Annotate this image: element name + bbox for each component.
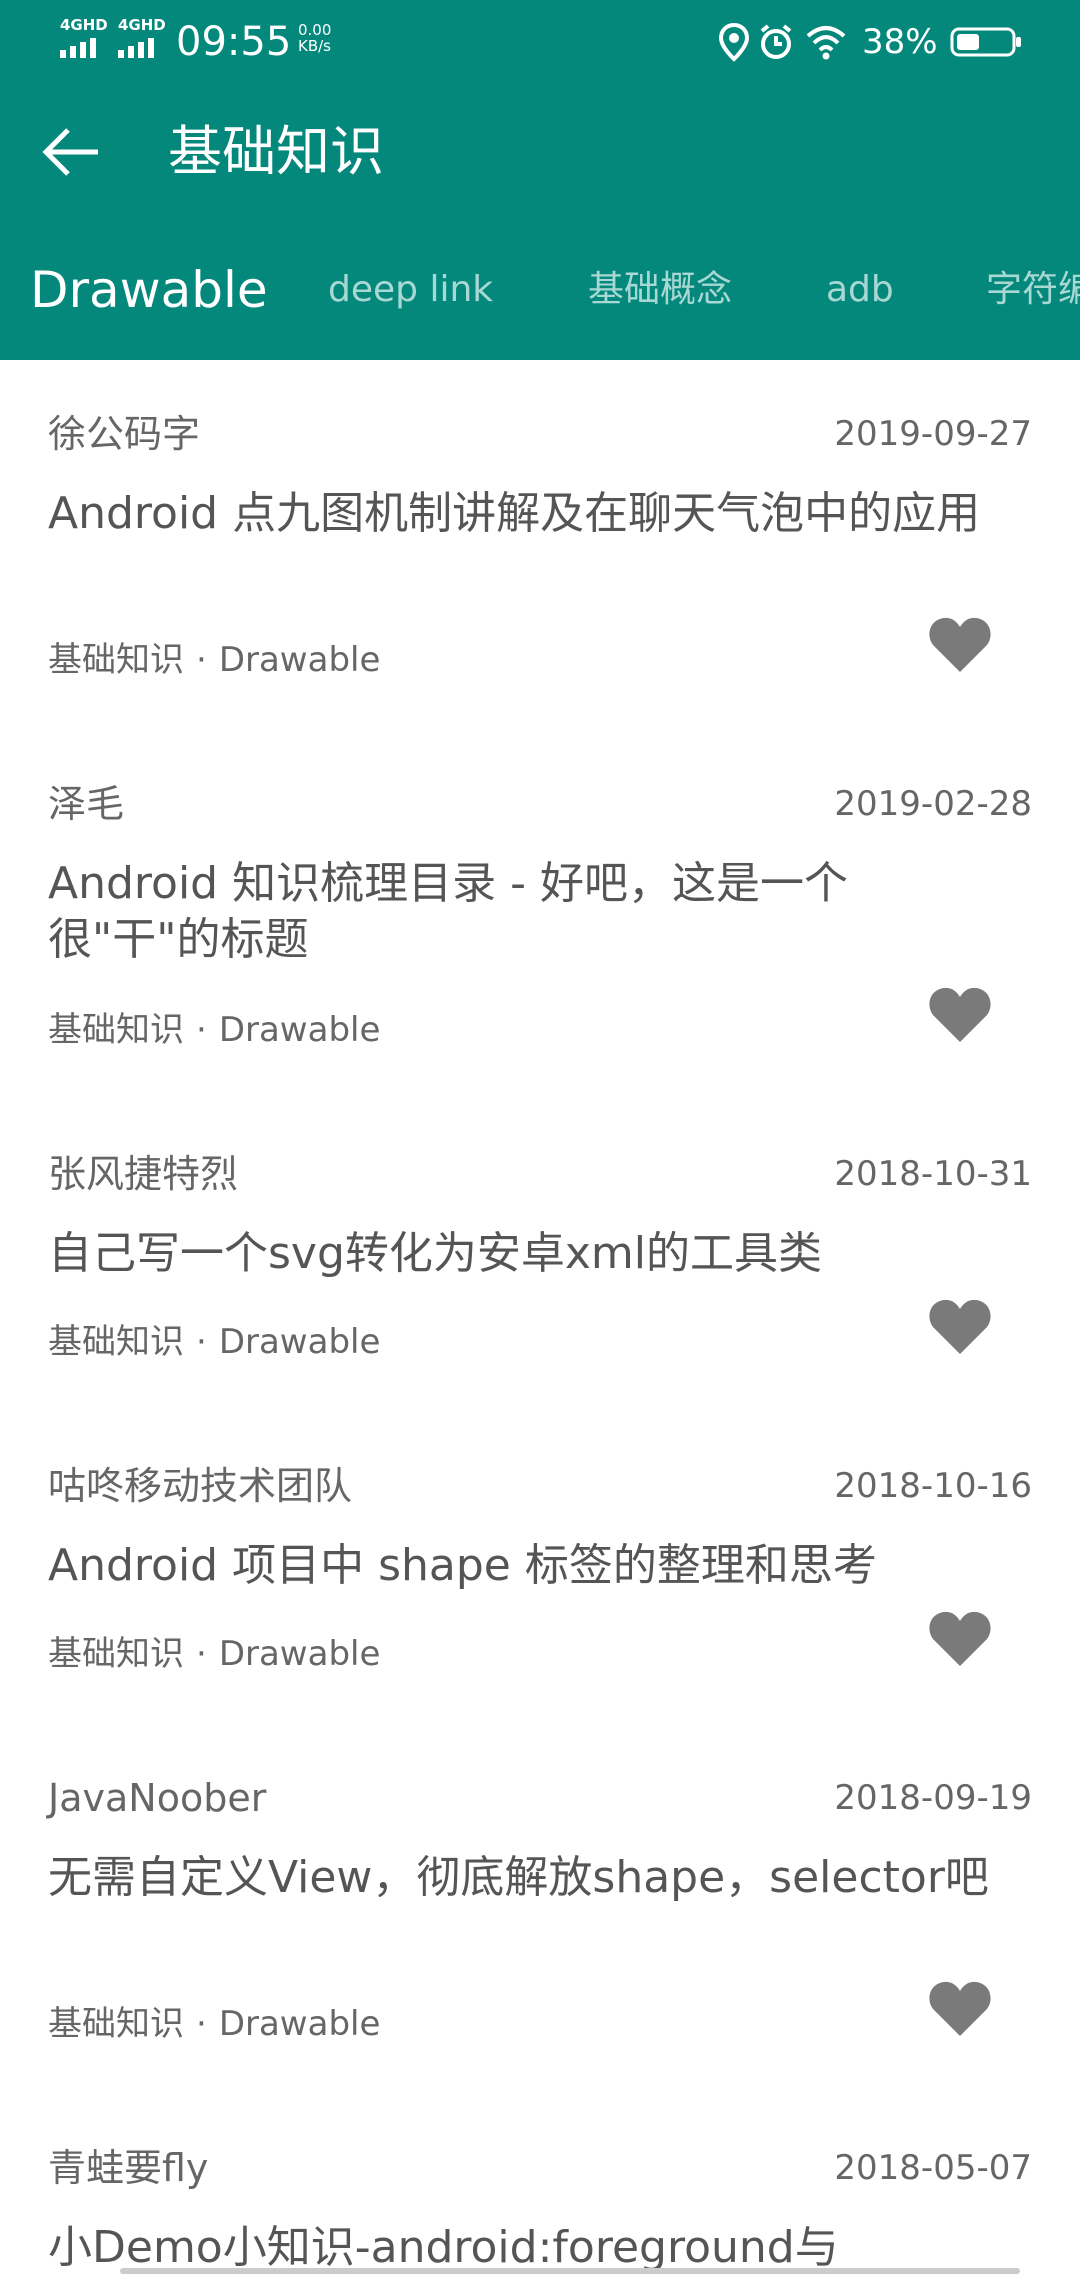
subcategory-label: Drawable (218, 1634, 381, 1674)
category-separator: · (196, 1322, 207, 1362)
tab-character-encoding[interactable]: 字符编 (986, 250, 1080, 330)
category-tabs: Drawable deep link 基础概念 adb 字符编 (0, 250, 1080, 330)
article-title: 自己写一个svg转化为安卓xml的工具类 (48, 1228, 823, 1279)
favorite-heart-icon[interactable] (928, 614, 992, 674)
favorite-heart-icon[interactable] (928, 1978, 992, 2038)
location-icon (718, 22, 750, 62)
list-item[interactable]: 徐公码字 2019-09-27 Android 点九图机制讲解及在聊天气泡中的应… (0, 360, 1080, 730)
category-separator: · (196, 1010, 207, 1050)
app-header: 4GHD 4GHD 09:55 0.00 KB/s 38% 基础知识 Drawa… (0, 0, 1080, 360)
article-title: Android 点九图机制讲解及在聊天气泡中的应用 (48, 488, 981, 539)
status-time: 09:55 (176, 19, 292, 65)
battery-percentage: 38% (862, 22, 938, 62)
list-item[interactable]: 张风捷特烈 2018-10-31 自己写一个svg转化为安卓xml的工具类 基础… (0, 1100, 1080, 1412)
list-item[interactable]: JavaNoober 2018-09-19 无需自定义View，彻底解放shap… (0, 1724, 1080, 2094)
favorite-heart-icon[interactable] (928, 984, 992, 1044)
article-author: 张风捷特烈 (48, 1152, 239, 1196)
wifi-icon (806, 26, 846, 60)
list-item[interactable]: 青蛙要fly 2018-05-07 小Demo小知识-android:foreg… (0, 2094, 1080, 2280)
network-speed-unit: KB/s (298, 37, 331, 55)
article-title: Android 项目中 shape 标签的整理和思考 (48, 1540, 877, 1591)
subcategory-label: Drawable (218, 640, 381, 680)
category-label: 基础知识 (48, 1322, 184, 1362)
category-label: 基础知识 (48, 2004, 184, 2044)
article-author: 咕咚移动技术团队 (48, 1464, 353, 1508)
list-item[interactable]: 咕咚移动技术团队 2018-10-16 Android 项目中 shape 标签… (0, 1412, 1080, 1724)
favorite-heart-icon[interactable] (928, 1296, 992, 1356)
article-author: 青蛙要fly (48, 2146, 209, 2190)
category-separator: · (196, 1634, 207, 1674)
scroll-indicator (120, 2268, 1020, 2274)
back-arrow-icon[interactable] (38, 118, 106, 186)
alarm-icon (760, 24, 792, 59)
tab-basic-concepts[interactable]: 基础概念 (588, 250, 732, 330)
article-title: Android 知识梳理目录 - 好吧，这是一个很"干"的标题 (48, 858, 848, 965)
signal-bars-icon (60, 38, 96, 58)
tab-adb[interactable]: adb (826, 250, 894, 330)
signal-indicator-2: 4GHD (118, 18, 168, 58)
article-category: 基础知识 · Drawable (48, 1630, 380, 1678)
article-category: 基础知识 · Drawable (48, 1318, 380, 1366)
network-speed-value: 0.00 (298, 21, 332, 39)
category-separator: · (196, 2004, 207, 2044)
article-list: 徐公码字 2019-09-27 Android 点九图机制讲解及在聊天气泡中的应… (0, 360, 1080, 2280)
category-label: 基础知识 (48, 1634, 184, 1674)
category-label: 基础知识 (48, 640, 184, 680)
article-category: 基础知识 · Drawable (48, 1006, 380, 1054)
signal-indicator-1: 4GHD (60, 18, 110, 58)
network-speed: 0.00 KB/s (298, 22, 358, 54)
network-type-label: 4GHD (118, 16, 166, 34)
article-title: 无需自定义View，彻底解放shape，selector吧 (48, 1852, 989, 1903)
article-date: 2018-10-31 (834, 1154, 1032, 1194)
article-author: 泽毛 (48, 782, 125, 826)
tab-drawable[interactable]: Drawable (30, 250, 268, 330)
article-category: 基础知识 · Drawable (48, 2000, 380, 2048)
article-date: 2019-09-27 (834, 414, 1032, 454)
article-date: 2018-09-19 (834, 1778, 1032, 1818)
article-category: 基础知识 · Drawable (48, 636, 380, 684)
article-author: JavaNoober (48, 1776, 267, 1820)
battery-icon (950, 27, 1021, 57)
signal-bars-icon (118, 38, 154, 58)
tab-deep-link[interactable]: deep link (328, 250, 493, 330)
subcategory-label: Drawable (218, 1322, 381, 1362)
subcategory-label: Drawable (218, 2004, 381, 2044)
category-separator: · (196, 640, 207, 680)
article-date: 2018-10-16 (834, 1466, 1032, 1506)
article-date: 2018-05-07 (834, 2148, 1032, 2188)
category-label: 基础知识 (48, 1010, 184, 1050)
favorite-heart-icon[interactable] (928, 1608, 992, 1668)
article-author: 徐公码字 (48, 412, 201, 456)
article-date: 2019-02-28 (834, 784, 1032, 824)
list-item[interactable]: 泽毛 2019-02-28 Android 知识梳理目录 - 好吧，这是一个很"… (0, 730, 1080, 1100)
network-type-label: 4GHD (60, 16, 108, 34)
subcategory-label: Drawable (218, 1010, 381, 1050)
status-bar: 4GHD 4GHD 09:55 0.00 KB/s 38% (0, 0, 1080, 84)
page-title: 基础知识 (168, 120, 384, 183)
